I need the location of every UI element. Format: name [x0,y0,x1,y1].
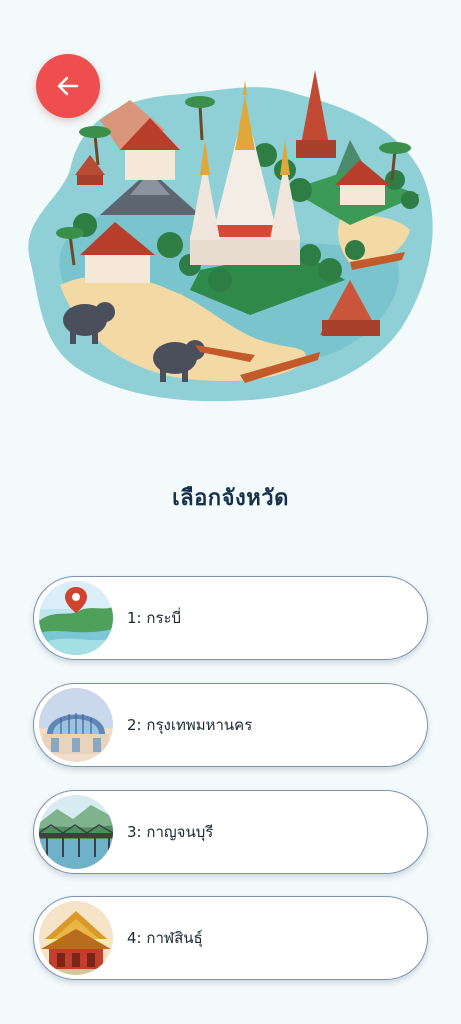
province-item-krabi[interactable]: 1: กระบี่ [33,576,428,660]
province-label: 4: กาฬสินธุ์ [127,929,203,947]
back-button[interactable] [36,54,100,118]
province-item-bangkok[interactable]: 2: กรุงเทพมหานคร [33,683,428,767]
bangkok-station-thumbnail [39,688,113,762]
page-title: เลือกจังหวัด [172,486,289,511]
arrow-left-icon [57,76,79,96]
krabi-location-pin-thumbnail [39,581,113,655]
kanchanaburi-bridge-thumbnail [39,795,113,869]
kalasin-temple-thumbnail [39,901,113,975]
province-item-kalasin[interactable]: 4: กาฬสินธุ์ [33,896,428,980]
province-item-kanchanaburi[interactable]: 3: กาญจนบุรี [33,790,428,874]
province-label: 2: กรุงเทพมหานคร [127,716,253,734]
province-label: 3: กาญจนบุรี [127,823,214,841]
province-label: 1: กระบี่ [127,609,182,627]
